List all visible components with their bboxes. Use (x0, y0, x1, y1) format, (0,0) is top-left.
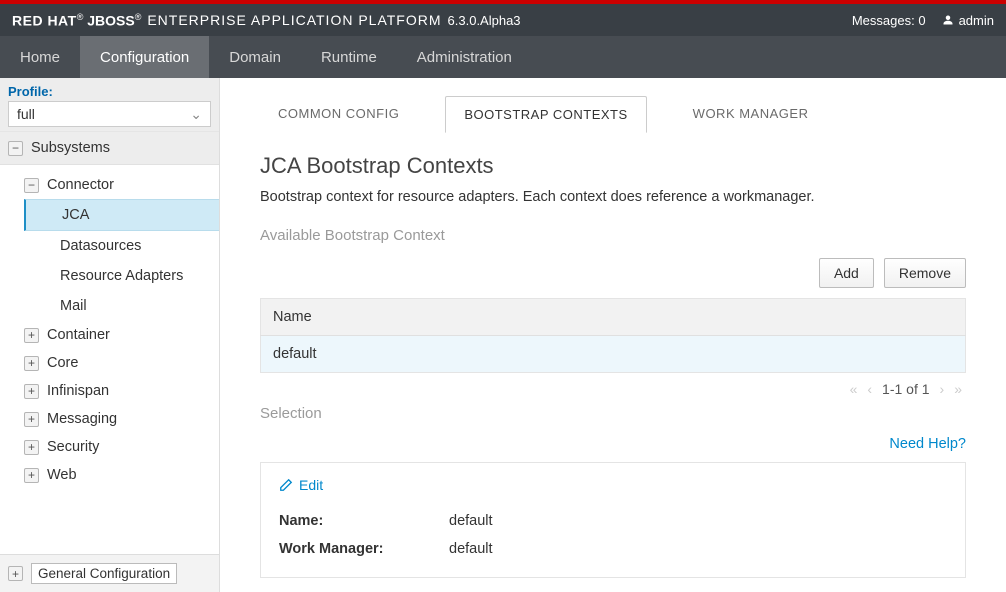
top-nav: Home Configuration Domain Runtime Admini… (0, 36, 1006, 78)
edit-icon (279, 478, 293, 492)
cell-name: default (261, 336, 966, 373)
profile-label: Profile: (8, 84, 211, 99)
brand: RED HAT® JBOSS® ENTERPRISE APPLICATION P… (12, 12, 521, 29)
nav-runtime[interactable]: Runtime (301, 36, 397, 78)
profile-select[interactable]: full ⌄ (8, 101, 211, 127)
tab-bootstrap-contexts[interactable]: BOOTSTRAP CONTEXTS (445, 96, 646, 133)
selection-label: Selection (260, 405, 966, 422)
remove-button[interactable]: Remove (884, 258, 966, 288)
nav-home[interactable]: Home (0, 36, 80, 78)
expand-icon[interactable]: + (24, 328, 39, 343)
collapse-icon[interactable]: − (8, 141, 23, 156)
content-tabs: COMMON CONFIG BOOTSTRAP CONTEXTS WORK MA… (220, 78, 1006, 133)
sidebar-item-mail[interactable]: Mail (0, 291, 219, 321)
group-label: Messaging (47, 411, 117, 427)
messages-count: 0 (918, 13, 925, 28)
tab-work-manager[interactable]: WORK MANAGER (675, 96, 827, 133)
user-name: admin (959, 13, 994, 28)
subsystems-label: Subsystems (31, 140, 110, 156)
first-page-icon[interactable]: « (850, 381, 858, 397)
chevron-down-icon: ⌄ (190, 106, 202, 123)
group-label: Container (47, 327, 110, 343)
user-menu[interactable]: admin (942, 13, 994, 28)
detail-wm-value: default (449, 541, 493, 557)
next-page-icon[interactable]: › (940, 381, 945, 397)
available-label: Available Bootstrap Context (260, 227, 966, 244)
tree-infinispan[interactable]: + Infinispan (0, 377, 219, 405)
tree-security[interactable]: + Security (0, 433, 219, 461)
tab-common-config[interactable]: COMMON CONFIG (260, 96, 417, 133)
expand-icon[interactable]: + (24, 356, 39, 371)
tree-container[interactable]: + Container (0, 321, 219, 349)
page-description: Bootstrap context for resource adapters.… (260, 189, 966, 205)
sidebar: Profile: full ⌄ − Subsystems − Connector… (0, 78, 220, 592)
content-area: COMMON CONFIG BOOTSTRAP CONTEXTS WORK MA… (220, 78, 1006, 592)
add-button[interactable]: Add (819, 258, 874, 288)
brand-version: 6.3.0.Alpha3 (448, 13, 521, 28)
table-row[interactable]: default (261, 336, 966, 373)
brand-suffix: ENTERPRISE APPLICATION PLATFORM (147, 12, 441, 28)
expand-icon[interactable]: + (24, 440, 39, 455)
general-conf-label: General Configuration (31, 563, 177, 584)
bootstrap-table: Name default (260, 298, 966, 373)
tree-web[interactable]: + Web (0, 461, 219, 489)
brand-redhat: RED HAT (12, 12, 77, 28)
profile-value: full (17, 106, 35, 122)
nav-configuration[interactable]: Configuration (80, 36, 209, 78)
col-name: Name (261, 299, 966, 336)
expand-icon[interactable]: + (8, 566, 23, 581)
collapse-icon[interactable]: − (24, 178, 39, 193)
app-header: RED HAT® JBOSS® ENTERPRISE APPLICATION P… (0, 4, 1006, 36)
general-configuration[interactable]: + General Configuration (0, 554, 219, 592)
edit-link[interactable]: Edit (279, 477, 947, 493)
expand-icon[interactable]: + (24, 412, 39, 427)
pager-count: 1-1 of 1 (882, 381, 929, 397)
tree-messaging[interactable]: + Messaging (0, 405, 219, 433)
detail-wm-label: Work Manager: (279, 541, 409, 557)
expand-icon[interactable]: + (24, 468, 39, 483)
sidebar-item-jca[interactable]: JCA (24, 199, 219, 231)
messages-label: Messages: (852, 13, 915, 28)
sidebar-item-datasources[interactable]: Datasources (0, 231, 219, 261)
group-label: Infinispan (47, 383, 109, 399)
last-page-icon[interactable]: » (954, 381, 962, 397)
prev-page-icon[interactable]: ‹ (867, 381, 872, 397)
messages-indicator[interactable]: Messages: 0 (852, 13, 926, 28)
page-title: JCA Bootstrap Contexts (260, 153, 966, 179)
group-label: Core (47, 355, 78, 371)
nav-administration[interactable]: Administration (397, 36, 532, 78)
detail-name-label: Name: (279, 513, 409, 529)
detail-name-value: default (449, 513, 493, 529)
detail-box: Edit Name: default Work Manager: default (260, 462, 966, 578)
connector-label: Connector (47, 177, 114, 193)
group-label: Web (47, 467, 77, 483)
tree-core[interactable]: + Core (0, 349, 219, 377)
sidebar-item-resource-adapters[interactable]: Resource Adapters (0, 261, 219, 291)
tree-connector[interactable]: − Connector (0, 171, 219, 199)
nav-domain[interactable]: Domain (209, 36, 301, 78)
expand-icon[interactable]: + (24, 384, 39, 399)
brand-jboss: JBOSS (87, 12, 134, 28)
user-icon (942, 14, 954, 26)
pager: « ‹ 1-1 of 1 › » (260, 373, 966, 405)
group-label: Security (47, 439, 99, 455)
edit-label: Edit (299, 477, 323, 493)
help-link[interactable]: Need Help? (889, 436, 966, 452)
